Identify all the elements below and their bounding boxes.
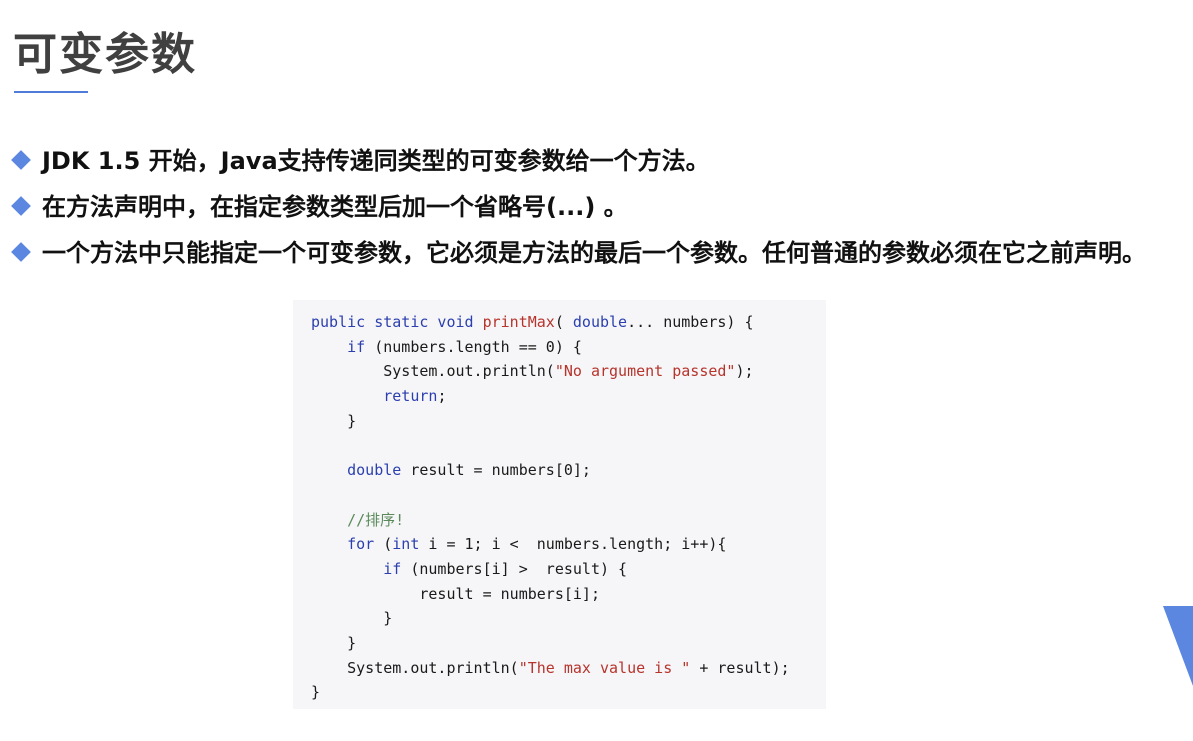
decorative-corner-shape xyxy=(1163,606,1193,686)
code-token: ( xyxy=(554,313,573,331)
code-token: System.out.println( xyxy=(347,658,519,677)
code-line: } xyxy=(311,411,357,430)
code-line: } xyxy=(311,633,357,652)
code-token: ; xyxy=(437,387,447,406)
code-token: System.out.println( xyxy=(383,362,555,381)
code-token: ( xyxy=(374,535,393,554)
code-token: (numbers.length == 0) { xyxy=(365,337,582,356)
code-token: "The max value is " xyxy=(518,658,691,677)
code-comment: //排序! xyxy=(347,510,405,529)
diamond-bullet-icon xyxy=(11,242,31,262)
code-line: } xyxy=(311,683,321,702)
code-token: i = 1; i < numbers.length; i++){ xyxy=(419,535,727,554)
code-token: (numbers[i] > result) { xyxy=(401,559,628,578)
code-token: return xyxy=(383,387,438,406)
code-line: public static void printMax( double... n… xyxy=(311,310,826,335)
code-token: double xyxy=(347,461,402,480)
code-token: ... numbers) { xyxy=(627,313,754,331)
bullet-text: JDK 1.5 开始，Java支持传递同类型的可变参数给一个方法。 xyxy=(42,147,710,175)
code-line: } xyxy=(311,609,393,628)
code-token: printMax xyxy=(482,313,555,331)
title-underline xyxy=(14,91,88,93)
code-block: public static void printMax( double... n… xyxy=(293,300,826,709)
bullet-list: JDK 1.5 开始，Java支持传递同类型的可变参数给一个方法。 在方法声明中… xyxy=(11,138,1182,276)
code-line: if (numbers[i] > result) { xyxy=(311,557,826,582)
code-token: if xyxy=(347,337,366,356)
bullet-item: JDK 1.5 开始，Java支持传递同类型的可变参数给一个方法。 xyxy=(11,138,1182,184)
code-token: "No argument passed" xyxy=(554,362,736,381)
code-line: if (numbers.length == 0) { xyxy=(311,335,826,360)
code-token: + result); xyxy=(690,658,790,677)
code-line: return; xyxy=(311,384,826,409)
code-line: System.out.println("No argument passed")… xyxy=(311,359,826,384)
code-line: for (int i = 1; i < numbers.length; i++)… xyxy=(311,532,826,557)
code-line: double result = numbers[0]; xyxy=(311,458,826,483)
code-token: int xyxy=(392,535,420,554)
bullet-text: 在方法声明中，在指定参数类型后加一个省略号(...) 。 xyxy=(42,193,628,221)
code-token: public static void xyxy=(311,313,483,331)
diamond-bullet-icon xyxy=(11,196,31,216)
code-token: double xyxy=(572,313,628,331)
code-line: System.out.println("The max value is " +… xyxy=(311,656,826,681)
code-token: if xyxy=(383,559,402,578)
code-token: ); xyxy=(735,362,754,381)
code-token: result = numbers[0]; xyxy=(401,461,591,480)
code-token: for xyxy=(347,535,375,554)
bullet-item: 一个方法中只能指定一个可变参数，它必须是方法的最后一个参数。任何普通的参数必须在… xyxy=(11,230,1182,276)
bullet-item: 在方法声明中，在指定参数类型后加一个省略号(...) 。 xyxy=(11,184,1182,230)
code-line: //排序! xyxy=(311,508,826,533)
slide-title: 可变参数 xyxy=(13,29,197,80)
diamond-bullet-icon xyxy=(11,150,31,170)
bullet-text: 一个方法中只能指定一个可变参数，它必须是方法的最后一个参数。任何普通的参数必须在… xyxy=(42,239,1146,267)
code-line: result = numbers[i]; xyxy=(311,584,600,603)
